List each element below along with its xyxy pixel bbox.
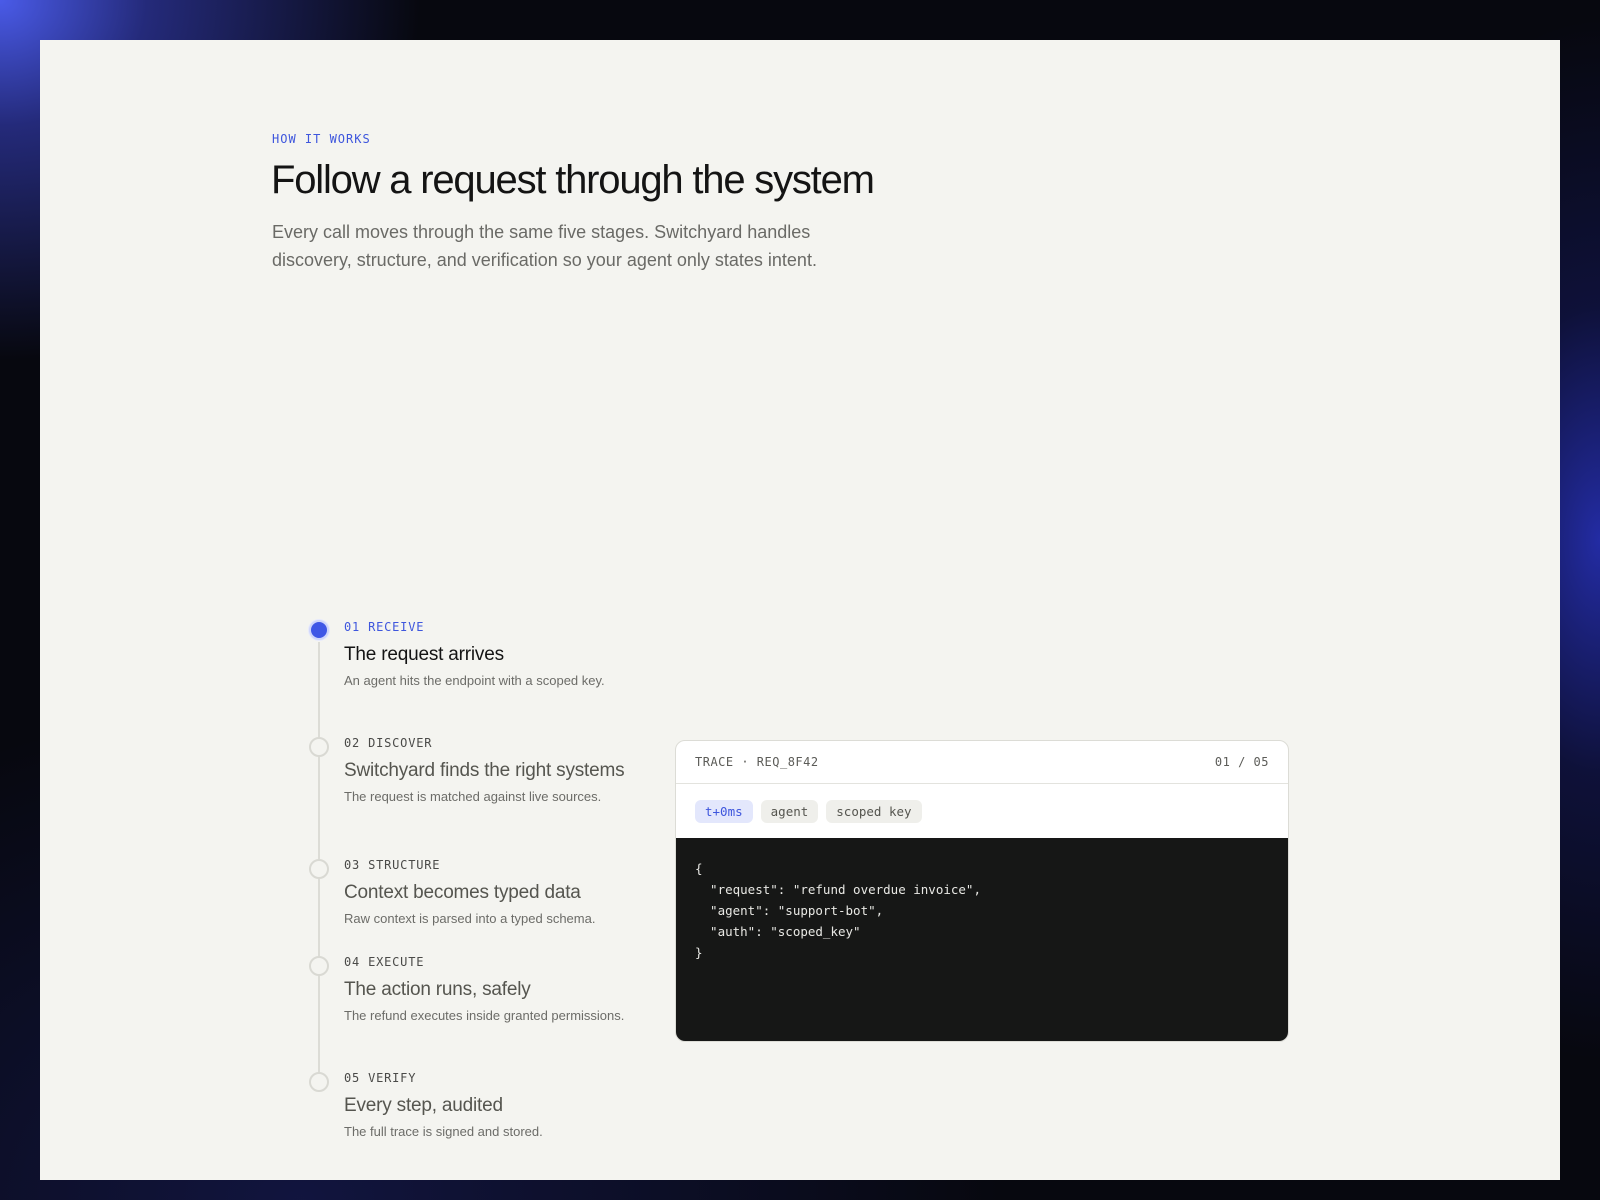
step-structure[interactable]: 03 STRUCTURE Context becomes typed data … (344, 858, 634, 928)
trace-panel: TRACE · REQ_8F42 01 / 05 t+0ms agent sco… (675, 740, 1289, 1042)
trace-chips: t+0ms agent scoped key (676, 784, 1288, 838)
code-line: "agent": "support-bot", (695, 903, 884, 918)
step-description: The full trace is signed and stored. (344, 1124, 543, 1139)
code-line: } (695, 945, 703, 960)
step-marker-receive[interactable] (309, 620, 329, 640)
chip-agent: agent (760, 799, 819, 823)
chip-scoped-key: scoped key (826, 799, 922, 823)
step-title: Context becomes typed data (344, 882, 581, 903)
code-line: "auth": "scoped_key" (695, 924, 861, 939)
step-marker-verify[interactable] (309, 1072, 329, 1092)
step-label: 05 VERIFY (344, 1071, 417, 1085)
step-receive[interactable]: 01 RECEIVE The request arrives An agent … (344, 620, 634, 690)
content-card: HOW IT WORKS Follow a request through th… (40, 40, 1560, 1180)
step-description: The request is matched against live sour… (344, 789, 602, 804)
code-block: { "request": "refund overdue invoice", "… (676, 838, 1288, 1041)
step-label: 02 DISCOVER (344, 736, 433, 750)
code-line: "request": "refund overdue invoice", (695, 882, 981, 897)
trace-id: TRACE · REQ_8F42 (695, 755, 819, 769)
step-marker-discover[interactable] (309, 737, 329, 757)
chip-timestamp: t+0ms (695, 799, 753, 823)
step-title: The action runs, safely (344, 979, 531, 1000)
step-execute[interactable]: 04 EXECUTE The action runs, safely The r… (344, 955, 634, 1025)
step-title: The request arrives (344, 644, 504, 665)
step-description: Raw context is parsed into a typed schem… (344, 911, 596, 926)
step-description: An agent hits the endpoint with a scoped… (344, 673, 605, 688)
step-label: 04 EXECUTE (344, 955, 425, 969)
step-marker-structure[interactable] (309, 859, 329, 879)
code-line: { (695, 861, 703, 876)
step-label: 03 STRUCTURE (344, 858, 441, 872)
step-counter: 01 / 05 (1214, 755, 1269, 769)
step-label: 01 RECEIVE (344, 620, 425, 634)
step-verify[interactable]: 05 VERIFY Every step, audited The full t… (344, 1071, 634, 1141)
trace-header: TRACE · REQ_8F42 01 / 05 (676, 741, 1288, 784)
step-description: The refund executes inside granted permi… (344, 1008, 625, 1023)
step-marker-execute[interactable] (309, 956, 329, 976)
step-title: Every step, audited (344, 1095, 503, 1116)
step-title: Switchyard finds the right systems (344, 760, 625, 781)
step-discover[interactable]: 02 DISCOVER Switchyard finds the right s… (344, 736, 634, 806)
